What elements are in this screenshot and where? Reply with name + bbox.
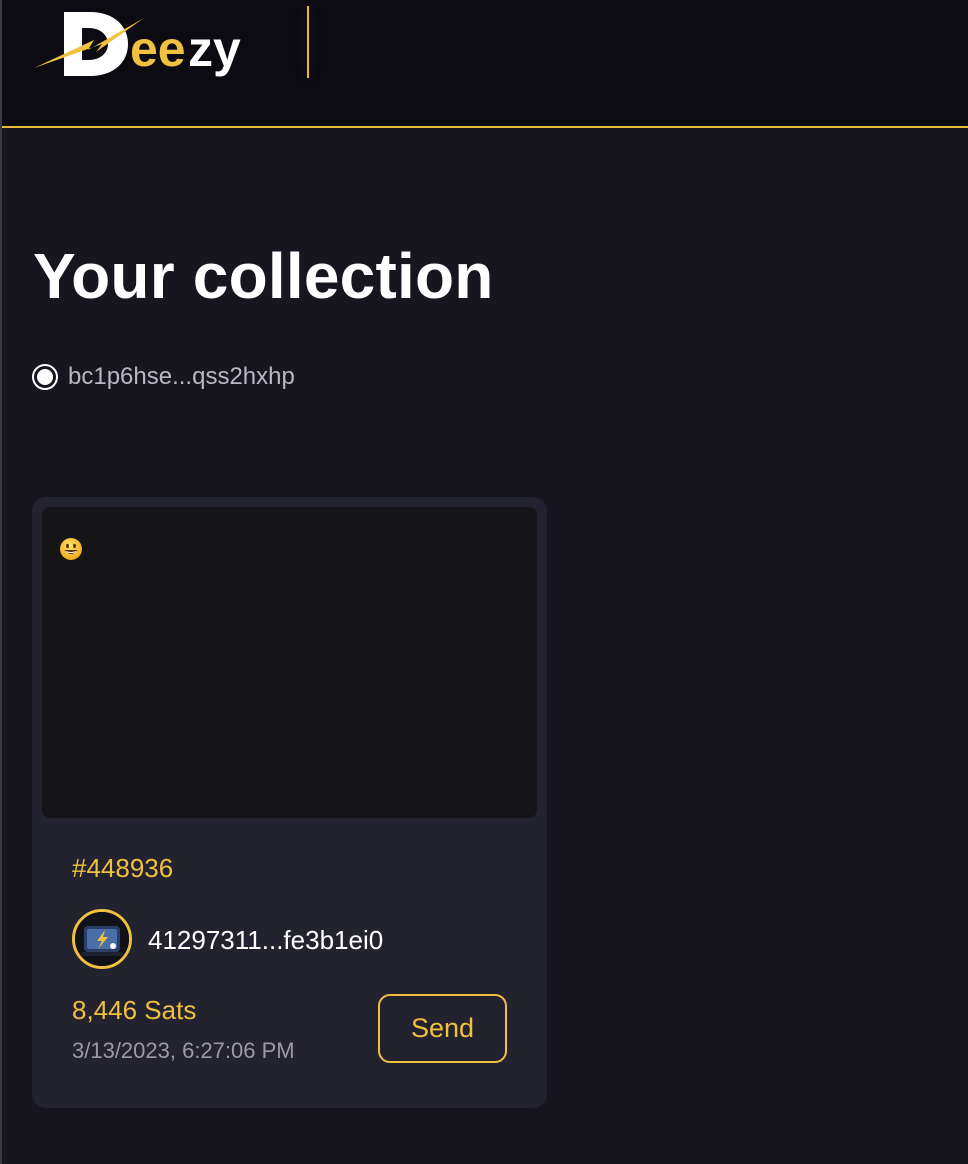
- inscription-preview[interactable]: [42, 507, 537, 818]
- wallet-address: bc1p6hse...qss2hxhp: [68, 363, 295, 390]
- inscription-card[interactable]: #448936 41297311...fe3b1ei0 8,446 Sats 3…: [32, 497, 547, 1108]
- avatar-image-icon: [75, 912, 129, 966]
- window-edge: [0, 0, 2, 1164]
- top-header: ee zy: [2, 0, 968, 128]
- header-divider: [307, 6, 309, 78]
- owner-avatar[interactable]: [72, 909, 132, 969]
- timestamp: 3/13/2023, 6:27:06 PM: [72, 1038, 295, 1063]
- deezy-logo-icon: ee zy: [34, 12, 241, 77]
- deezy-logo[interactable]: ee zy: [32, 6, 252, 82]
- svg-text:zy: zy: [188, 21, 241, 77]
- send-button[interactable]: Send: [378, 994, 507, 1063]
- svg-text:ee: ee: [130, 21, 186, 77]
- wallet-selector[interactable]: bc1p6hse...qss2hxhp: [32, 362, 295, 392]
- page-title: Your collection: [33, 240, 494, 312]
- owner-id: 41297311...fe3b1ei0: [148, 925, 384, 955]
- radio-selected-icon[interactable]: [32, 364, 58, 390]
- inscription-number[interactable]: #448936: [72, 853, 173, 884]
- price: 8,446 Sats: [72, 995, 197, 1025]
- smiley-emoji-icon: [59, 537, 83, 561]
